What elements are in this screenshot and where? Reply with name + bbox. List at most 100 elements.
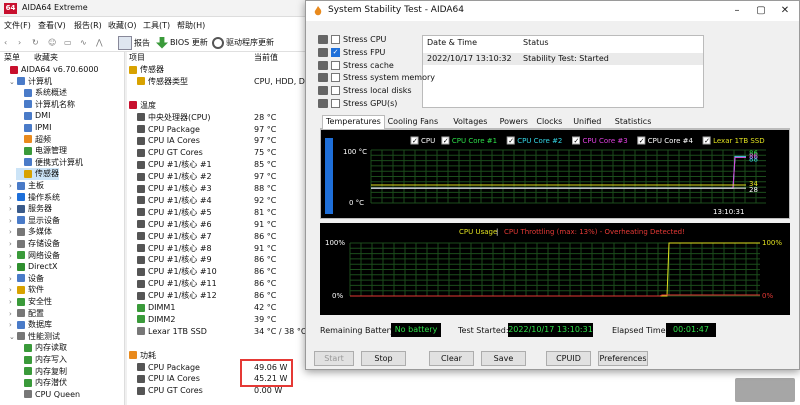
stress-checkbox[interactable] — [331, 73, 340, 83]
stress-option[interactable]: Stress GPU(s) — [318, 99, 397, 108]
list-row[interactable]: CPU #1/核心 #1 — [137, 159, 212, 171]
list-row[interactable]: CPU #1/核心 #10 — [137, 266, 217, 278]
menu-favorites[interactable]: 收藏(O) — [108, 20, 137, 31]
graph-tab[interactable]: Powers — [500, 117, 528, 126]
minimize-button[interactable]: – — [728, 3, 746, 19]
stress-option[interactable]: Stress cache — [318, 60, 394, 70]
list-row[interactable]: CPU GT Cores — [137, 147, 203, 159]
legend-item[interactable]: ✓ CPU Core #3 — [572, 136, 628, 145]
stress-checkbox[interactable] — [331, 60, 340, 70]
driver-update-button[interactable]: 驱动程序更新 — [212, 36, 274, 50]
tree-item[interactable]: › 数据库 — [9, 319, 52, 331]
column-item[interactable]: 项目 — [129, 52, 145, 63]
stress-checkbox[interactable] — [331, 35, 340, 44]
list-row[interactable]: CPU #1/核心 #8 — [137, 243, 212, 255]
tree-item[interactable]: ⌄ 性能测试 — [9, 331, 60, 343]
close-button[interactable]: ✕ — [776, 3, 794, 19]
stress-checkbox[interactable] — [331, 86, 340, 96]
legend-item[interactable]: ✓ CPU Core #1 — [441, 136, 497, 145]
list-row[interactable]: CPU #1/核心 #12 — [137, 290, 217, 302]
tree-item[interactable]: › DirectX — [9, 261, 57, 273]
tree-item[interactable]: › 主板 — [9, 180, 44, 192]
stop-button[interactable]: Stop — [361, 351, 406, 366]
tree-item[interactable]: 便携式计算机 — [16, 157, 83, 169]
tree-item[interactable]: ⌄ 计算机 — [9, 76, 52, 88]
forward-button[interactable]: › — [18, 36, 21, 50]
user-button[interactable]: ☺ — [48, 36, 56, 50]
list-section[interactable]: 传感器 — [129, 64, 164, 76]
back-button[interactable]: ‹ — [4, 36, 7, 50]
tree-item[interactable]: › 服务器 — [9, 203, 52, 215]
notepad-button[interactable]: ▭ — [64, 36, 72, 50]
graph-button[interactable]: ∿ — [80, 36, 87, 50]
tree-item[interactable]: 内存写入 — [16, 354, 67, 366]
stress-option[interactable]: ✓ Stress FPU — [318, 47, 385, 57]
legend-item[interactable]: ✓ CPU — [410, 136, 435, 145]
list-row[interactable]: 中央处理器(CPU) — [137, 112, 211, 124]
tree-item[interactable]: 内存复制 — [16, 366, 67, 378]
maximize-button[interactable]: ▢ — [752, 3, 770, 19]
preferences-button[interactable]: Preferences — [598, 351, 648, 366]
stress-option[interactable]: Stress local disks — [318, 86, 412, 96]
tree-item[interactable]: 内存读取 — [16, 342, 67, 354]
list-row[interactable]: CPU #1/核心 #3 — [137, 183, 212, 195]
tree-item[interactable]: CPU Queen — [16, 389, 80, 401]
list-row[interactable]: CPU #1/核心 #4 — [137, 195, 212, 207]
tree-item[interactable]: › 操作系统 — [9, 192, 60, 204]
bios-update-button[interactable]: BIOS 更新 — [156, 36, 208, 50]
stress-option[interactable]: Stress CPU — [318, 35, 386, 44]
list-row[interactable]: CPU Package — [137, 124, 200, 136]
list-row[interactable]: DIMM2 — [137, 314, 175, 326]
tree-item[interactable]: 内存潜伏 — [16, 377, 67, 389]
graph-tab[interactable]: Clocks — [536, 117, 562, 126]
list-row[interactable]: 传感器类型 — [137, 76, 188, 88]
list-row[interactable]: CPU #1/核心 #2 — [137, 171, 212, 183]
cpuid-button[interactable]: CPUID — [546, 351, 591, 366]
stress-option[interactable]: Stress system memory — [318, 73, 435, 83]
list-row[interactable]: DIMM1 — [137, 302, 175, 314]
tree-item[interactable]: › 安全性 — [9, 296, 52, 308]
graph-tab[interactable]: Cooling Fans — [388, 117, 439, 126]
stress-checkbox[interactable] — [331, 99, 340, 108]
list-row[interactable]: CPU #1/核心 #5 — [137, 207, 212, 219]
list-row[interactable]: CPU #1/核心 #7 — [137, 231, 212, 243]
menu-help[interactable]: 帮助(H) — [177, 20, 205, 31]
graph-tab[interactable]: Statistics — [615, 117, 652, 126]
menu-view[interactable]: 查看(V) — [38, 20, 66, 31]
tree-item[interactable]: › 多媒体 — [9, 226, 52, 238]
save-button[interactable]: Save — [481, 351, 526, 366]
list-row[interactable]: CPU #1/核心 #11 — [137, 278, 217, 290]
list-row[interactable]: CPU IA Cores — [137, 373, 200, 385]
menu-tools[interactable]: 工具(T) — [143, 20, 170, 31]
tree-item[interactable]: › 设备 — [9, 273, 44, 285]
stress-checkbox[interactable]: ✓ — [331, 47, 340, 57]
legend-item[interactable]: ✓ Lexar 1TB SSD — [702, 136, 765, 145]
tree-item[interactable]: 计算机名称 — [16, 99, 75, 111]
column-value[interactable]: 当前值 — [254, 52, 278, 63]
clear-button[interactable]: Clear — [429, 351, 474, 366]
report-button[interactable]: 报告 — [118, 36, 150, 50]
tree-item[interactable]: AIDA64 v6.70.6000 — [2, 64, 99, 76]
tree-item[interactable]: DMI — [16, 110, 50, 122]
legend-item[interactable]: ✓ CPU Core #2 — [506, 136, 562, 145]
list-row[interactable]: CPU #1/核心 #6 — [137, 219, 212, 231]
graph-tab[interactable]: Unified — [573, 117, 601, 126]
list-row[interactable]: CPU #1/核心 #9 — [137, 254, 212, 266]
tree-item[interactable]: 传感器 — [16, 168, 59, 180]
tree-item[interactable]: › 显示设备 — [9, 215, 60, 227]
tree-tab-menu[interactable]: 菜单 — [4, 52, 20, 63]
refresh-button[interactable]: ↻ — [32, 36, 39, 50]
status-row[interactable]: 2022/10/17 13:10:32 Stability Test: Star… — [423, 53, 703, 65]
tree-item[interactable]: IPMI — [16, 122, 51, 134]
tree-item[interactable]: 电源管理 — [16, 145, 67, 157]
list-section[interactable]: 功耗 — [129, 350, 156, 362]
menu-file[interactable]: 文件(F) — [4, 20, 31, 31]
list-row[interactable]: Lexar 1TB SSD — [137, 326, 207, 338]
list-row[interactable]: CPU GT Cores — [137, 385, 203, 397]
list-row[interactable]: CPU IA Cores — [137, 135, 200, 147]
list-row[interactable]: CPU Package — [137, 362, 200, 374]
start-button[interactable]: Start — [314, 351, 354, 366]
tree-item[interactable]: › 存储设备 — [9, 238, 60, 250]
tree-item[interactable]: › 配置 — [9, 308, 44, 320]
chart-button[interactable]: ⋀ — [96, 36, 103, 50]
